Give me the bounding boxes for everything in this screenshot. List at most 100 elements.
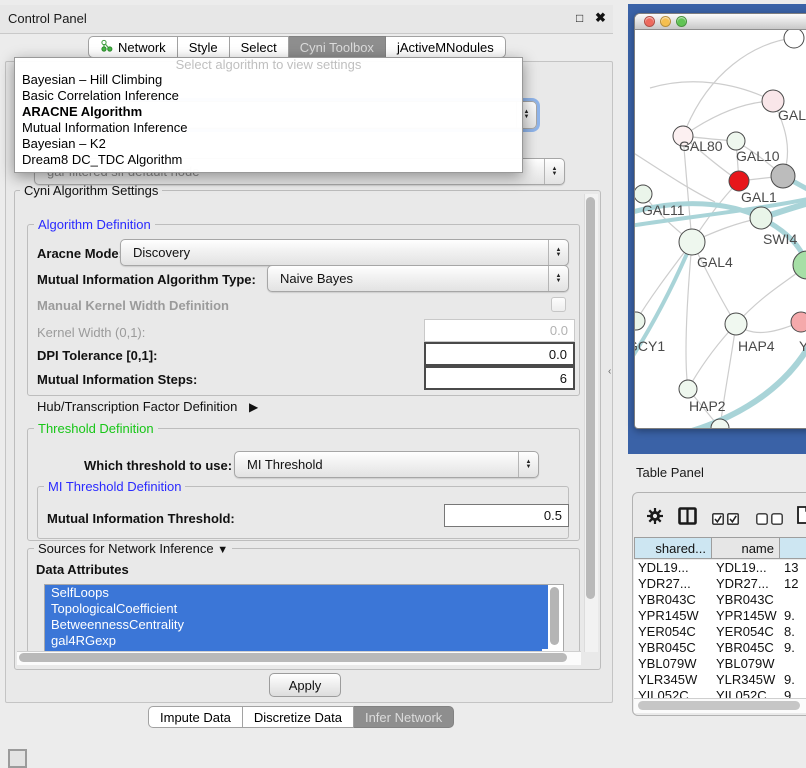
table-row[interactable]: YDL19...YDL19...13 <box>634 560 806 576</box>
network-edge[interactable] <box>686 242 692 389</box>
table-cell[interactable]: YBR045C <box>712 640 780 656</box>
table-cell[interactable]: YDR27... <box>712 576 780 592</box>
mi-steps-field[interactable]: 6 <box>424 366 575 390</box>
zoom-traffic-light-icon[interactable] <box>676 16 687 27</box>
table-body[interactable]: YDL19...YDL19...13YDR27...YDR27...12YBR0… <box>634 560 806 698</box>
settings-hscrollbar-thumb[interactable] <box>19 653 567 662</box>
table-cell[interactable]: YBR045C <box>634 640 712 656</box>
column-header-name[interactable]: name <box>712 537 780 559</box>
table-cell[interactable]: YDR27... <box>634 576 712 592</box>
table-cell[interactable]: 9. <box>780 640 806 656</box>
table-cell[interactable]: YBR043C <box>712 592 780 608</box>
network-window-titlebar[interactable] <box>635 14 806 30</box>
aracne-mode-combo[interactable]: Discovery▲▼ <box>120 239 569 266</box>
table-cell[interactable] <box>780 656 806 672</box>
menu-item[interactable]: Mutual Information Inference <box>15 120 522 136</box>
network-node[interactable] <box>679 380 697 398</box>
network-node[interactable] <box>771 164 795 188</box>
table-hscrollbar-thumb[interactable] <box>638 701 800 710</box>
table-cell[interactable]: YDL19... <box>634 560 712 576</box>
table-row[interactable]: YIL052CYIL052C9 <box>634 688 806 698</box>
hub-definition-expander[interactable]: Hub/Transcription Factor Definition ▶ <box>37 399 258 414</box>
network-node[interactable] <box>784 30 804 48</box>
network-edge[interactable] <box>650 82 773 101</box>
dpi-tolerance-field[interactable]: 0.0 <box>424 342 575 366</box>
table-hscrollbar-track[interactable] <box>634 698 806 713</box>
columns-icon[interactable] <box>678 507 697 530</box>
network-canvas[interactable]: GALGAL80GAL10GAL1GAL11SWI4GAL4GCY1HAP4YH… <box>635 30 806 428</box>
minimize-traffic-light-icon[interactable] <box>660 16 671 27</box>
table-cell[interactable]: YIL052C <box>634 688 712 698</box>
table-cell[interactable]: YLR345W <box>712 672 780 688</box>
network-edge-highlighted[interactable] <box>655 335 806 428</box>
network-node[interactable] <box>791 312 806 332</box>
settings-scrollbar-thumb[interactable] <box>586 197 595 599</box>
table-cell[interactable]: 9. <box>780 672 806 688</box>
table-row[interactable]: YER054CYER054C8. <box>634 624 806 640</box>
table-cell[interactable]: YBR043C <box>634 592 712 608</box>
table-row[interactable]: YBL079WYBL079W <box>634 656 806 672</box>
menu-item-highlighted[interactable]: ARACNE Algorithm <box>15 104 522 120</box>
table-row[interactable]: YBR043CYBR043C <box>634 592 806 608</box>
menu-item[interactable]: Bayesian – K2 <box>15 136 522 152</box>
table-row[interactable]: YPR145WYPR145W9. <box>634 608 806 624</box>
network-node[interactable] <box>635 312 645 330</box>
tab-network[interactable]: Network <box>88 36 178 58</box>
menu-item[interactable]: Dream8 DC_TDC Algorithm <box>15 152 522 168</box>
float-window-icon[interactable]: □ <box>576 11 583 25</box>
table-cell[interactable] <box>780 592 806 608</box>
which-threshold-combo[interactable]: MI Threshold▲▼ <box>234 451 539 478</box>
mi-threshold-field[interactable]: 0.5 <box>444 504 569 527</box>
menu-item[interactable]: Bayesian – Hill Climbing <box>15 72 522 88</box>
list-item[interactable]: SelfLoops <box>45 585 548 601</box>
network-edge[interactable] <box>688 324 736 389</box>
table-cell[interactable]: YBL079W <box>712 656 780 672</box>
apply-button[interactable]: Apply <box>269 673 341 697</box>
table-cell[interactable]: 9. <box>780 608 806 624</box>
table-cell[interactable]: YBL079W <box>634 656 712 672</box>
table-cell[interactable]: YPR145W <box>634 608 712 624</box>
network-node[interactable] <box>679 229 705 255</box>
menu-item[interactable]: Basic Correlation Inference <box>15 88 522 104</box>
kernel-width-field[interactable]: 0.0 <box>424 319 575 342</box>
attributes-scrollbar-thumb[interactable] <box>550 587 559 645</box>
document-icon[interactable] <box>797 506 806 529</box>
tab-infer-network[interactable]: Infer Network <box>354 706 454 728</box>
tab-jactivemnodules[interactable]: jActiveMNodules <box>386 36 506 58</box>
network-node[interactable] <box>750 207 772 229</box>
close-traffic-light-icon[interactable] <box>644 16 655 27</box>
list-item[interactable]: gal4RGexp <box>45 633 548 649</box>
list-item[interactable]: BetweennessCentrality <box>45 617 548 633</box>
column-header-cut[interactable] <box>780 537 806 559</box>
table-cell[interactable]: YIL052C <box>712 688 780 698</box>
data-attributes-list[interactable]: SelfLoops TopologicalCoefficient Between… <box>44 584 564 652</box>
table-cell[interactable]: YER054C <box>634 624 712 640</box>
list-item[interactable]: TopologicalCoefficient <box>45 601 548 617</box>
network-node[interactable] <box>635 185 652 203</box>
network-node[interactable] <box>725 313 747 335</box>
tab-cyni-toolbox[interactable]: Cyni Toolbox <box>289 36 386 58</box>
mi-type-combo[interactable]: Naive Bayes▲▼ <box>267 265 569 292</box>
select-all-checkboxes-icon[interactable] <box>712 512 739 530</box>
panel-divider-arrow-icon[interactable]: ‹ <box>608 366 611 377</box>
table-cell[interactable]: 9 <box>780 688 806 698</box>
table-cell[interactable]: 13 <box>780 560 806 576</box>
network-node[interactable] <box>729 171 749 191</box>
grip-icon[interactable] <box>8 749 27 768</box>
manual-kernel-checkbox[interactable] <box>551 297 566 312</box>
table-row[interactable]: YLR345WYLR345W9. <box>634 672 806 688</box>
network-edge[interactable] <box>636 242 692 321</box>
column-header-shared-name[interactable]: shared... <box>634 537 712 559</box>
network-view-window[interactable]: GALGAL80GAL10GAL1GAL11SWI4GAL4GCY1HAP4YH… <box>634 13 806 429</box>
tab-impute-data[interactable]: Impute Data <box>148 706 243 728</box>
sources-title[interactable]: Sources for Network Inference ▼ <box>34 541 232 556</box>
table-cell[interactable]: 12 <box>780 576 806 592</box>
table-row[interactable]: YDR27...YDR27...12 <box>634 576 806 592</box>
tab-discretize-data[interactable]: Discretize Data <box>243 706 354 728</box>
tab-style[interactable]: Style <box>178 36 230 58</box>
close-icon[interactable]: ✖ <box>595 10 606 26</box>
table-cell[interactable]: YLR345W <box>634 672 712 688</box>
table-cell[interactable]: YDL19... <box>712 560 780 576</box>
table-cell[interactable]: YPR145W <box>712 608 780 624</box>
table-row[interactable]: YBR045CYBR045C9. <box>634 640 806 656</box>
